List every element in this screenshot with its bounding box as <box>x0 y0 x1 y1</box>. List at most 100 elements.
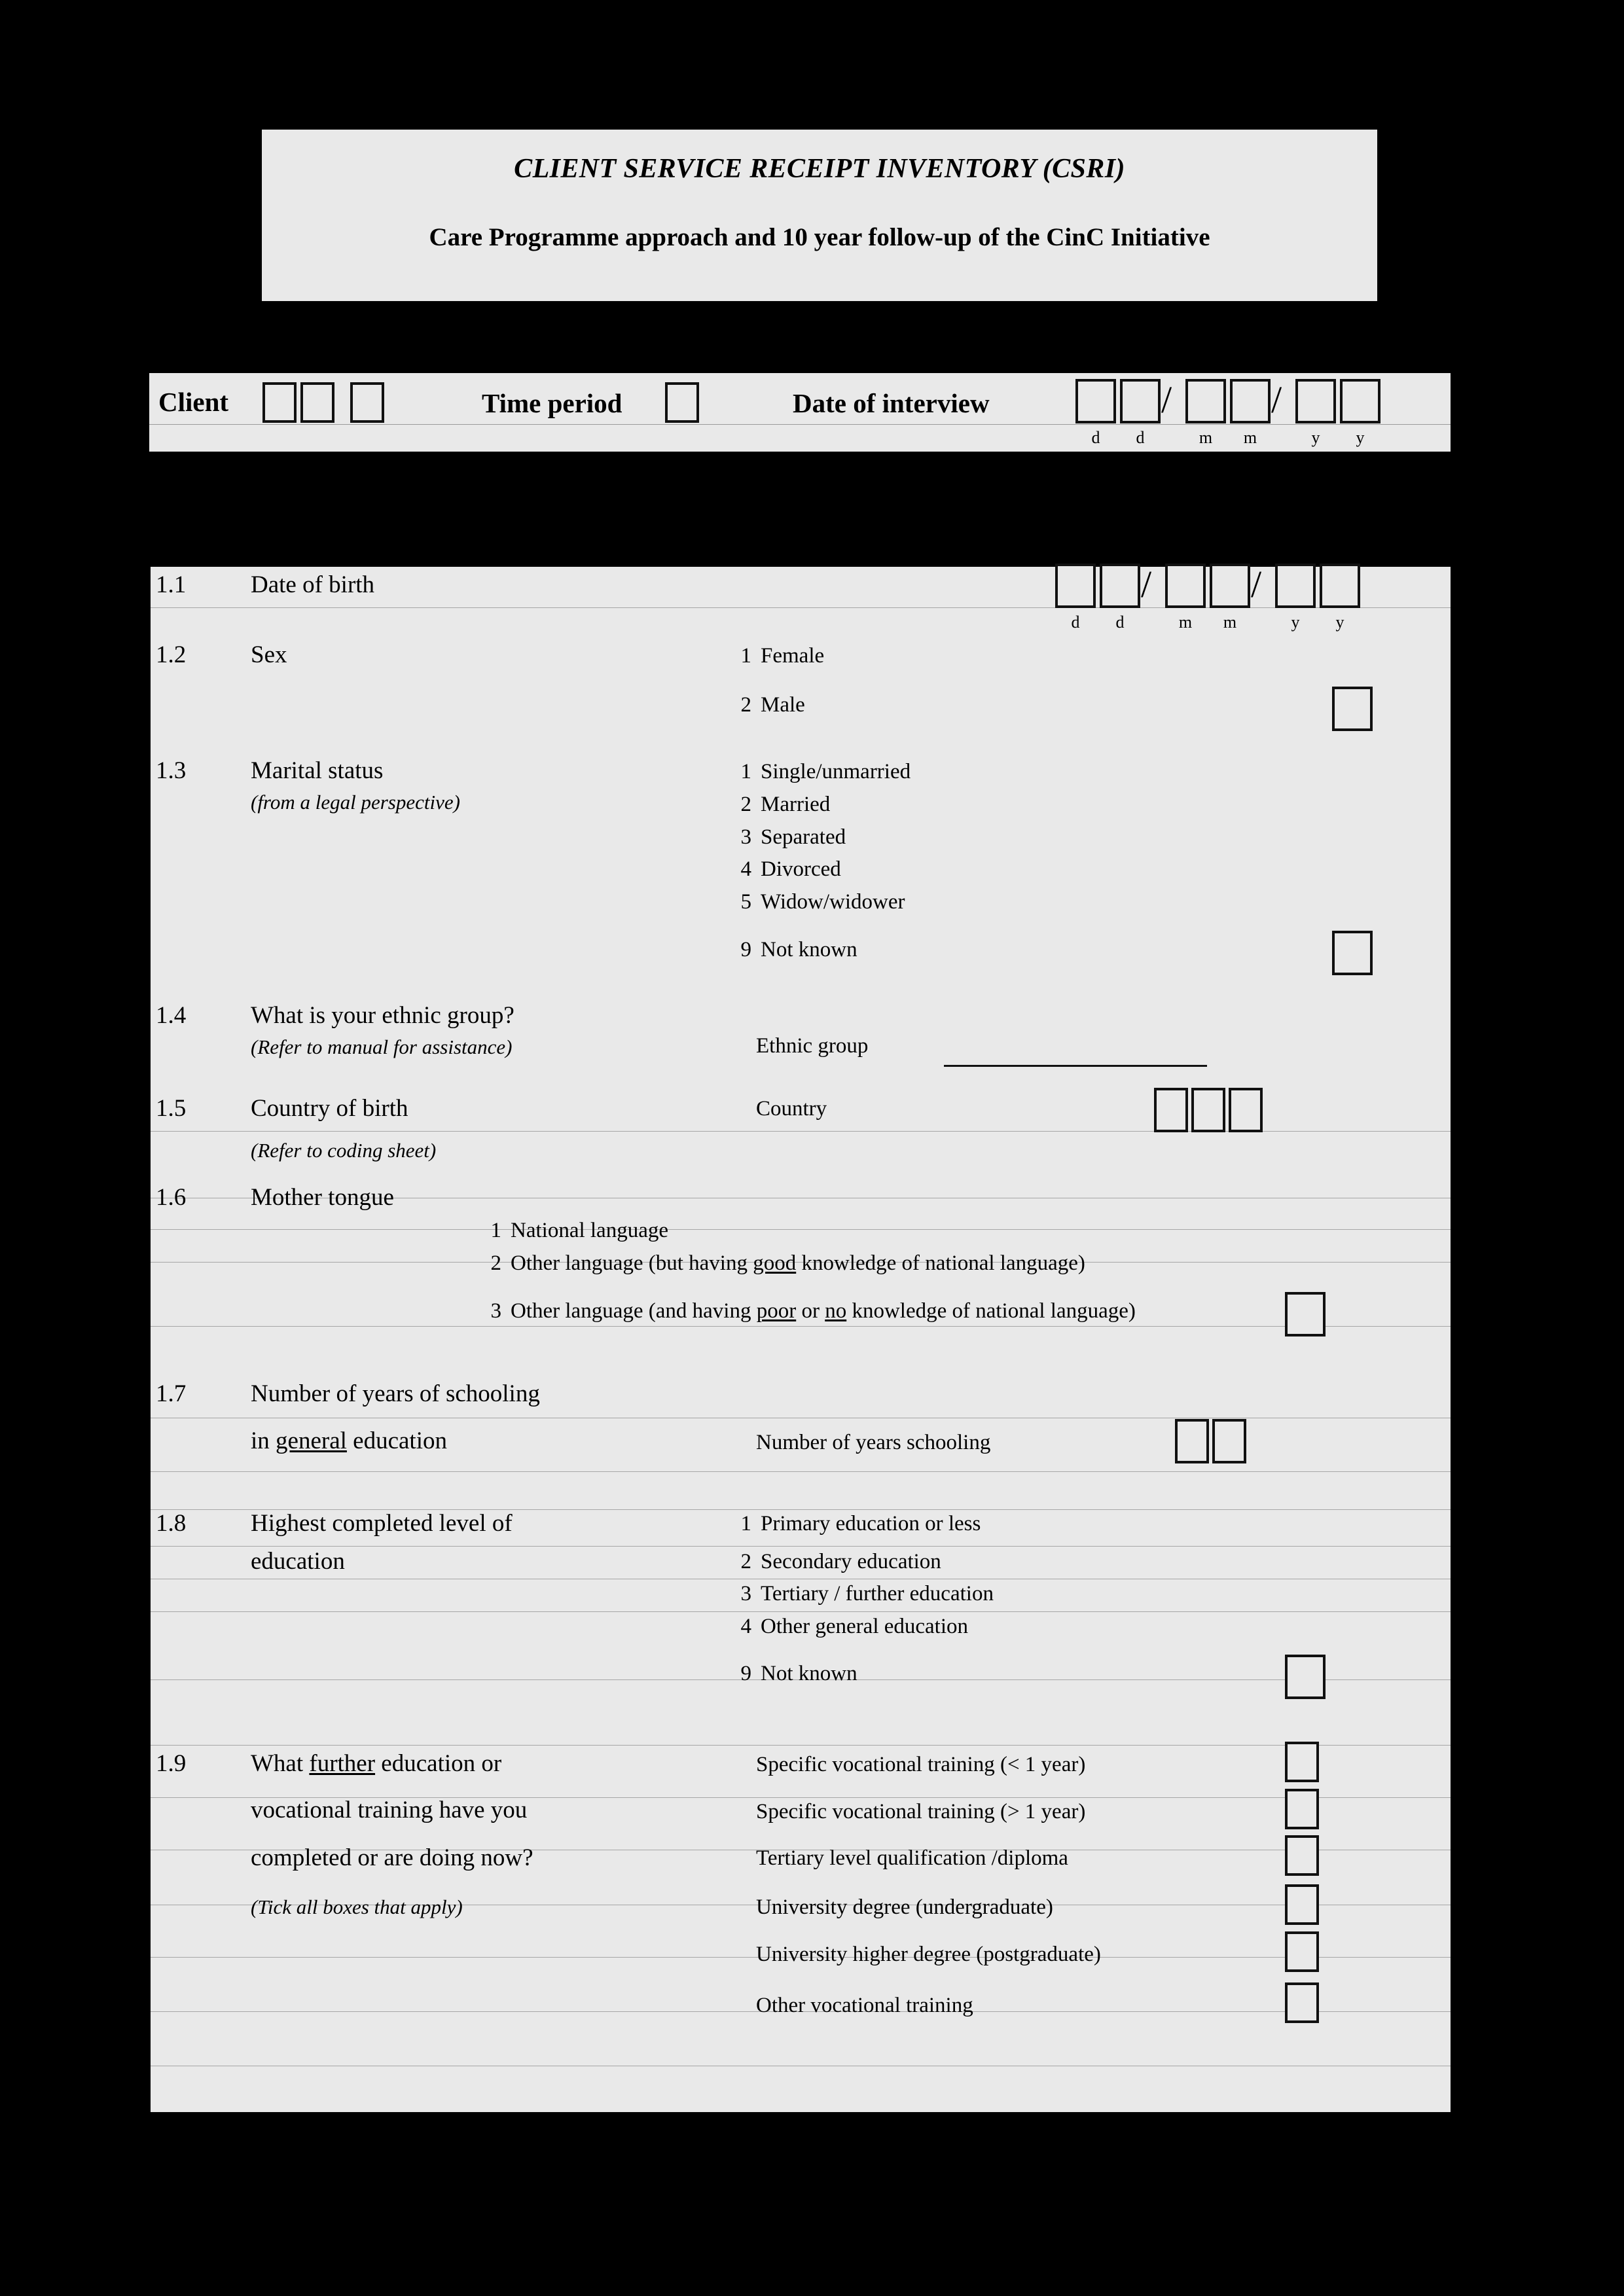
tertiary-diploma-checkbox[interactable] <box>1285 1835 1319 1876</box>
form-subtitle: Care Programme approach and 10 year foll… <box>429 223 1210 251</box>
header-strip: Client Time period Date of interview / /… <box>149 373 1451 452</box>
form-body: 1.1 Date of birth / / d d m m y y 1.2 Se… <box>151 563 1451 2112</box>
highest-education-answer-box[interactable] <box>1285 1655 1326 1699</box>
time-period-box[interactable] <box>665 382 699 423</box>
option-label-marital-separated: Separated <box>761 825 846 849</box>
interview-date-hint-m2: m <box>1243 428 1257 447</box>
interview-date-box-yy-2[interactable] <box>1340 379 1380 423</box>
dob-hint-y2: y <box>1335 613 1344 632</box>
client-id-box-2[interactable] <box>300 382 334 423</box>
further-pre: What <box>251 1750 310 1777</box>
dob-box-yy-2[interactable] <box>1320 564 1360 608</box>
option-number-tongue-1: 1 <box>490 1219 502 1242</box>
question-text-1-2: Sex <box>251 641 287 668</box>
option-label-tongue-other-good: Other language (but having good knowledg… <box>511 1251 1085 1276</box>
ethnic-group-input-line[interactable] <box>944 1065 1207 1067</box>
client-id-box-1[interactable] <box>262 382 297 423</box>
question-text-1-9-line3: completed or are doing now? <box>251 1844 533 1871</box>
question-number-1-2: 1.2 <box>156 641 187 668</box>
row-divider <box>151 607 1451 608</box>
years-schooling-box-1[interactable] <box>1175 1419 1209 1463</box>
question-number-1-4: 1.4 <box>156 1002 187 1029</box>
question-text-1-9-line1: What further education or <box>251 1749 501 1778</box>
option-number-edu-9: 9 <box>740 1662 752 1685</box>
option-label-marital-widow: Widow/widower <box>761 890 905 914</box>
question-note-1-5: (Refer to coding sheet) <box>251 1139 437 1162</box>
question-text-1-1: Date of birth <box>251 571 375 598</box>
university-undergrad-checkbox[interactable] <box>1285 1884 1319 1925</box>
dob-hint-d1: d <box>1071 613 1080 632</box>
option-label-marital-divorced: Divorced <box>761 857 841 881</box>
question-text-1-5: Country of birth <box>251 1095 408 1122</box>
tongue-poor-underlined: poor <box>756 1299 797 1323</box>
dob-hint-m1: m <box>1178 613 1193 632</box>
marital-status-answer-box[interactable] <box>1332 931 1373 975</box>
option-label-sex-male: Male <box>761 693 805 717</box>
option-label-tongue-national: National language <box>511 1219 668 1242</box>
row-divider <box>151 1326 1451 1327</box>
option-number-marital-9: 9 <box>740 938 752 961</box>
tongue-poor-post: knowledge of national language) <box>846 1299 1136 1323</box>
option-label-voc-long: Specific vocational training (> 1 year) <box>756 1800 1086 1823</box>
dob-box-dd-1[interactable] <box>1055 564 1096 608</box>
mother-tongue-answer-box[interactable] <box>1285 1292 1326 1336</box>
interview-date-box-mm-1[interactable] <box>1185 379 1226 423</box>
option-number-tongue-2: 2 <box>490 1251 502 1275</box>
row-divider <box>151 1471 1451 1472</box>
dob-hint-d2: d <box>1115 613 1125 632</box>
interview-date-box-dd-1[interactable] <box>1075 379 1116 423</box>
form-title: CLIENT SERVICE RECEIPT INVENTORY (CSRI) <box>514 154 1125 184</box>
dob-box-mm-2[interactable] <box>1210 564 1250 608</box>
dob-hint-y1: y <box>1291 613 1300 632</box>
question-text-1-7-line2: in general education <box>251 1427 447 1455</box>
option-label-university-postgrad: University higher degree (postgraduate) <box>756 1943 1101 1966</box>
option-number-marital-3: 3 <box>740 825 752 849</box>
further-post: education or <box>375 1750 502 1777</box>
title-block: CLIENT SERVICE RECEIPT INVENTORY (CSRI) … <box>262 130 1377 301</box>
client-id-box-3[interactable] <box>350 382 384 423</box>
country-field-label: Country <box>756 1097 827 1121</box>
dob-hint-m2: m <box>1223 613 1237 632</box>
dob-box-dd-2[interactable] <box>1100 564 1140 608</box>
dob-box-mm-1[interactable] <box>1165 564 1206 608</box>
university-postgrad-checkbox[interactable] <box>1285 1931 1319 1972</box>
question-text-1-8-line1: Highest completed level of <box>251 1510 513 1537</box>
sex-answer-box[interactable] <box>1332 687 1373 731</box>
voc-short-checkbox[interactable] <box>1285 1742 1319 1782</box>
tongue-good-underlined: good <box>753 1251 797 1275</box>
years-schooling-field-label: Number of years schooling <box>756 1431 991 1454</box>
interview-date-hint-y2: y <box>1356 428 1365 447</box>
question-number-1-5: 1.5 <box>156 1095 187 1122</box>
question-number-1-7: 1.7 <box>156 1380 187 1407</box>
dob-slash-2: / <box>1251 563 1262 605</box>
option-label-university-undergrad: University degree (undergraduate) <box>756 1895 1053 1919</box>
schooling-pre: in <box>251 1427 276 1454</box>
interview-date-box-dd-2[interactable] <box>1120 379 1161 423</box>
question-number-1-3: 1.3 <box>156 757 187 784</box>
row-divider <box>151 1611 1451 1612</box>
country-code-box-1[interactable] <box>1154 1088 1188 1132</box>
tongue-good-mid: knowledge of national language) <box>796 1251 1085 1275</box>
option-number-sex-2: 2 <box>740 693 752 717</box>
interview-date-slash-2: / <box>1271 378 1282 421</box>
years-schooling-box-2[interactable] <box>1212 1419 1246 1463</box>
interview-date-box-yy-1[interactable] <box>1295 379 1336 423</box>
country-code-box-3[interactable] <box>1229 1088 1263 1132</box>
other-vocational-checkbox[interactable] <box>1285 1982 1319 2023</box>
option-label-tongue-other-poor: Other language (and having poor or no kn… <box>511 1299 1136 1323</box>
dob-box-yy-1[interactable] <box>1275 564 1316 608</box>
option-label-marital-single: Single/unmarried <box>761 760 911 783</box>
voc-long-checkbox[interactable] <box>1285 1789 1319 1829</box>
interview-date-box-mm-2[interactable] <box>1230 379 1271 423</box>
question-text-1-7-line1: Number of years of schooling <box>251 1380 540 1407</box>
option-label-tertiary-diploma: Tertiary level qualification /diploma <box>756 1846 1068 1870</box>
question-note-1-4: (Refer to manual for assistance) <box>251 1035 513 1058</box>
option-label-voc-short: Specific vocational training (< 1 year) <box>756 1753 1086 1776</box>
option-label-edu-other: Other general education <box>761 1615 969 1638</box>
option-number-marital-5: 5 <box>740 890 752 914</box>
row-divider <box>151 1229 1451 1230</box>
country-code-box-2[interactable] <box>1191 1088 1225 1132</box>
option-number-edu-2: 2 <box>740 1550 752 1573</box>
further-underlined: further <box>309 1750 376 1777</box>
interview-date-hint-d2: d <box>1136 428 1145 447</box>
